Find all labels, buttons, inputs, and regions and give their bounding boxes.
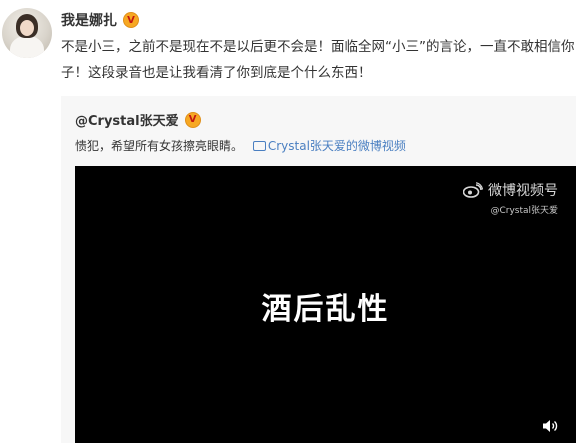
repost-text: 愦犯，希望所有女孩擦亮眼睛。 xyxy=(75,139,244,153)
video-player[interactable]: 微博视频号 @Crystal张天爱 酒后乱性 xyxy=(75,166,576,443)
speaker-icon[interactable] xyxy=(542,419,558,433)
repost-author-name[interactable]: @Crystal张天爱 xyxy=(75,110,179,129)
post-text: 不是小三，之前不是现在不是以后更不会是！面临全网“小三”的言论，一直不敢相信你 … xyxy=(61,34,576,86)
repost-video-link-label[interactable]: Crystal张天爱的微博视频 xyxy=(268,139,406,153)
post-text-line-2: 子！这段录音也是让我看清了你到底是个什么东西！ xyxy=(61,65,372,81)
video-link-icon xyxy=(252,141,266,151)
repost-video-link[interactable]: Crystal张天爱的微博视频 xyxy=(252,139,406,153)
avatar[interactable] xyxy=(2,8,52,58)
verified-badge-icon: V xyxy=(123,12,139,28)
video-watermark: 微博视频号 @Crystal张天爱 xyxy=(463,180,558,216)
video-caption: 酒后乱性 xyxy=(261,292,390,327)
repost-author-row: @Crystal张天爱 V xyxy=(75,110,201,129)
repost-card: @Crystal张天爱 V 愦犯，希望所有女孩擦亮眼睛。 Crystal张天爱的… xyxy=(61,96,576,443)
watermark-title: 微博视频号 xyxy=(488,183,558,199)
verified-badge-icon: V xyxy=(184,111,201,128)
repost-text-row: 愦犯，希望所有女孩擦亮眼睛。 Crystal张天爱的微博视频 xyxy=(75,137,406,154)
post-author-row: 我是娜扎 V xyxy=(61,10,139,30)
post-text-line-1: 不是小三，之前不是现在不是以后更不会是！面临全网“小三”的言论，一直不敢相信你 xyxy=(61,39,575,55)
weibo-logo-icon xyxy=(463,182,483,198)
post-author-name[interactable]: 我是娜扎 xyxy=(61,10,117,30)
watermark-handle: @Crystal张天爱 xyxy=(490,206,558,216)
